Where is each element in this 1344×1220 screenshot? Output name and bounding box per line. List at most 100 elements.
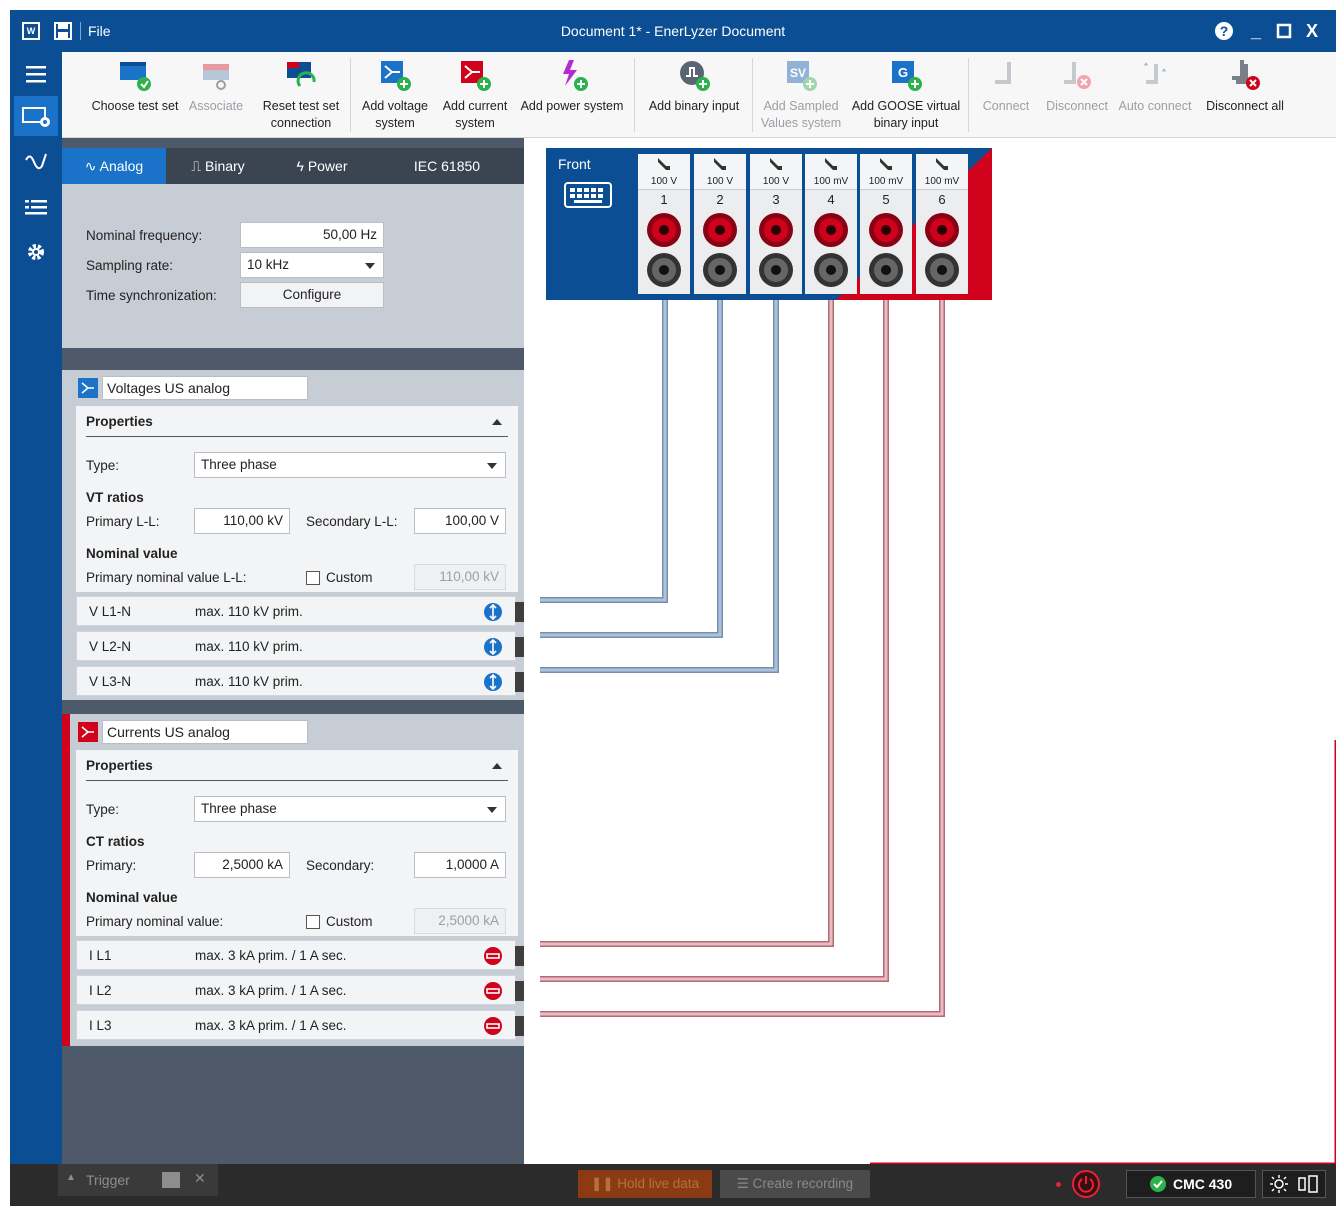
secondary-ll-input[interactable]: 100,00 V <box>414 508 506 534</box>
current-channel-row[interactable]: I L3 max. 3 kA prim. / 1 A sec. <box>76 1010 525 1040</box>
tab-binary[interactable]: ⎍ Binary <box>166 148 270 184</box>
chevron-down-icon <box>365 263 375 269</box>
nominal-frequency-input[interactable]: 50,00 Hz <box>240 222 384 248</box>
auto-connect-button[interactable]: Auto connect <box>1114 58 1196 138</box>
channel-description: max. 110 kV prim. <box>195 674 303 689</box>
tab-power-label: Power <box>307 158 348 174</box>
configure-button[interactable]: Configure <box>240 282 384 308</box>
collapse-icon[interactable] <box>492 419 502 425</box>
create-recording-button[interactable]: ☰ Create recording <box>720 1170 870 1198</box>
tab-analog[interactable]: ∿ Analog <box>62 148 166 184</box>
slot-number: 6 <box>938 192 946 207</box>
hold-live-data-button[interactable]: ❚❚ Hold live data <box>578 1170 712 1198</box>
slot-range: 100 mV <box>868 176 904 187</box>
current-channel-row[interactable]: I L2 max. 3 kA prim. / 1 A sec. <box>76 975 525 1005</box>
time-sync-label: Time synchronization: <box>86 288 217 303</box>
maximize-button[interactable] <box>1274 21 1294 41</box>
display-icon[interactable] <box>1297 1174 1319 1194</box>
hardware-config-icon[interactable] <box>14 96 58 136</box>
tab-iec-61850[interactable]: IEC 61850 <box>392 148 502 184</box>
left-navigation <box>10 52 62 1164</box>
primary-input[interactable]: 2,5000 kA <box>194 852 290 878</box>
input-slot-3[interactable]: 100 V 3 <box>750 154 802 294</box>
binary-pulse-icon: ⎍ <box>191 158 205 174</box>
input-slot-5[interactable]: 100 mV 5 <box>860 154 912 294</box>
input-slot-2[interactable]: 100 V 2 <box>694 154 746 294</box>
power-icon[interactable] <box>1072 1170 1100 1198</box>
ribbon-separator <box>968 58 969 132</box>
list-icon[interactable] <box>14 188 58 228</box>
trigger-toggle[interactable] <box>162 1172 180 1188</box>
primary-ll-input[interactable]: 110,00 kV <box>194 508 290 534</box>
primary-nominal-label: Primary nominal value: <box>86 914 224 929</box>
primary-ll-label: Primary L-L: <box>86 514 160 529</box>
voltages-group-name-input[interactable]: Voltages US analog <box>102 376 308 400</box>
recording-list-icon: ☰ <box>736 1176 753 1191</box>
add-goose-virtual-binary-input-button[interactable]: G Add GOOSE virtual binary input <box>850 58 962 138</box>
voltage-channel-row[interactable]: V L3-N max. 110 kV prim. <box>76 666 525 696</box>
associate-label: Associate <box>188 99 244 113</box>
slot-range: 100 V <box>762 176 790 187</box>
trigger-panel[interactable]: ▲ Trigger ✕ <box>58 1164 218 1196</box>
voltage-type-select[interactable]: Three phase <box>194 452 506 478</box>
connect-button[interactable]: Connect <box>974 58 1038 138</box>
general-settings: Nominal frequency: 50,00 Hz Sampling rat… <box>62 184 524 348</box>
associate-button[interactable]: Associate <box>186 58 246 138</box>
divider <box>86 436 508 437</box>
secondary-input[interactable]: 1,0000 A <box>414 852 506 878</box>
add-sampled-values-button[interactable]: SV Add Sampled Values system <box>758 58 844 138</box>
hold-live-data-label: Hold live data <box>617 1176 700 1191</box>
voltage-channel-row[interactable]: V L1-N max. 110 kV prim. <box>76 596 525 626</box>
currents-properties: Properties Type: Three phase CT ratios P… <box>76 750 518 936</box>
sun-icon[interactable] <box>1269 1174 1289 1194</box>
reset-test-set-connection-button[interactable]: Reset test set connection <box>252 58 350 138</box>
chevron-up-icon[interactable]: ▲ <box>66 1172 76 1183</box>
choose-test-set-button[interactable]: Choose test set <box>90 58 180 138</box>
secondary-ll-label: Secondary L-L: <box>306 514 398 529</box>
svg-text:G: G <box>898 65 908 80</box>
channel-name: V L2-N <box>89 639 132 654</box>
input-slot-1[interactable]: 100 V 1 <box>638 154 690 294</box>
disconnect-button[interactable]: Disconnect <box>1042 58 1112 138</box>
sampling-rate-select[interactable]: 10 kHz <box>240 252 384 278</box>
custom-checkbox[interactable] <box>306 571 320 585</box>
input-slot-6[interactable]: 100 mV 6 <box>916 154 968 294</box>
close-button[interactable]: X <box>1302 21 1322 41</box>
panel-empty-area <box>62 1046 524 1164</box>
input-slot-4[interactable]: 100 mV 4 <box>805 154 857 294</box>
tab-power[interactable]: ϟ Power <box>270 148 374 184</box>
secondary-label: Secondary: <box>306 858 375 873</box>
current-channel-row[interactable]: I L1 max. 3 kA prim. / 1 A sec. <box>76 940 525 970</box>
add-binary-label: Add binary input <box>648 99 740 113</box>
close-icon[interactable]: ✕ <box>194 1170 206 1187</box>
keyboard-icon[interactable] <box>564 182 612 211</box>
currents-group-name-input[interactable]: Currents US analog <box>102 720 308 744</box>
add-binary-input-button[interactable]: Add binary input <box>642 58 746 138</box>
voltage-channel-row[interactable]: V L2-N max. 110 kV prim. <box>76 631 525 661</box>
menu-icon[interactable] <box>14 54 58 94</box>
settings-icon[interactable] <box>14 232 58 272</box>
voltage-channel-icon <box>483 602 503 622</box>
add-voltage-system-button[interactable]: Add voltage system <box>358 58 432 138</box>
input-socket-icon <box>703 213 737 287</box>
slot-range: 100 V <box>650 176 678 187</box>
custom-checkbox[interactable] <box>306 915 320 929</box>
title-bar: W File Document 1* - EnerLyzer Document … <box>10 10 1336 52</box>
ribbon-separator <box>634 58 635 132</box>
current-type-select[interactable]: Three phase <box>194 796 506 822</box>
custom-label: Custom <box>326 914 373 929</box>
add-current-label-2: system <box>455 116 495 130</box>
add-current-system-button[interactable]: Add current system <box>438 58 512 138</box>
channel-description: max. 3 kA prim. / 1 A sec. <box>195 983 347 998</box>
channel-description: max. 110 kV prim. <box>195 604 303 619</box>
add-power-system-button[interactable]: Add power system <box>518 58 626 138</box>
signal-icon[interactable] <box>14 142 58 182</box>
add-current-label-1: Add current <box>442 99 508 113</box>
channel-name: I L3 <box>89 1018 112 1033</box>
collapse-icon[interactable] <box>492 763 502 769</box>
slot-range: 100 V <box>706 176 734 187</box>
disconnect-all-button[interactable]: Disconnect all <box>1200 58 1290 138</box>
minimize-button[interactable]: _ <box>1246 21 1266 41</box>
device-status-badge[interactable]: CMC 430 <box>1126 1170 1256 1198</box>
help-icon[interactable]: ? <box>1214 21 1234 41</box>
